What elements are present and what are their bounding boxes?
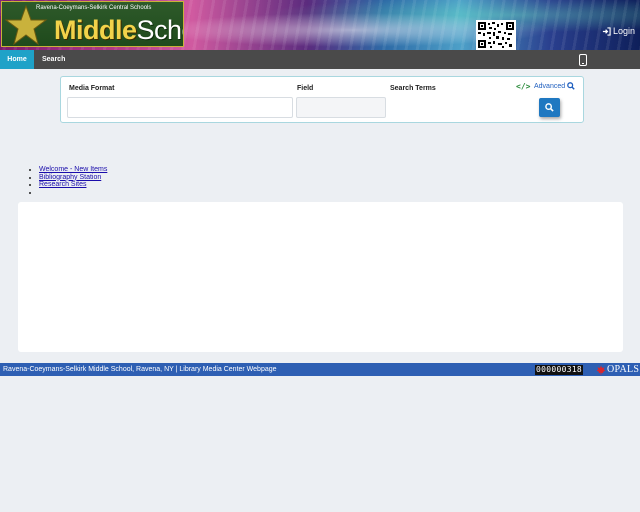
opals-label: OPALS [607, 364, 640, 375]
logo-district-name: Ravena-Coeymans-Selkirk Central Schools [36, 5, 152, 11]
header-banner: Ravena-Coeymans-Selkirk Central Schools … [0, 0, 640, 50]
code-icon[interactable]: </> [516, 82, 530, 91]
main-nav: Home Search [0, 50, 640, 69]
search-panel: Media Format Field Search Terms </> Adva… [60, 76, 584, 123]
login-link[interactable]: Login [602, 26, 635, 36]
list-item: Bibliography Station [39, 174, 107, 182]
opals-brand[interactable]: OPALS [596, 363, 639, 376]
school-logo[interactable]: Ravena-Coeymans-Selkirk Central Schools … [1, 1, 184, 47]
sign-in-icon [602, 26, 611, 36]
field-select[interactable] [296, 97, 386, 118]
media-format-label: Media Format [69, 85, 115, 92]
footer-text: Ravena-Coeymans-Selkirk Middle School, R… [3, 366, 277, 373]
media-format-select[interactable] [67, 97, 293, 118]
list-item: Research Sites [39, 181, 107, 189]
search-icon [545, 103, 554, 112]
list-item [39, 189, 107, 197]
link-research-sites[interactable]: Research Sites [39, 181, 86, 188]
quick-links-list: Welcome - New Items Bibliography Station… [39, 166, 107, 196]
footer: Ravena-Coeymans-Selkirk Middle School, R… [0, 363, 640, 376]
list-item: Welcome - New Items [39, 166, 107, 174]
field-label: Field [297, 85, 314, 92]
advanced-label: Advanced [534, 82, 566, 90]
search-button[interactable] [539, 98, 560, 117]
visitor-counter: 000000318 [535, 365, 584, 375]
logo-school-name: MiddleSchool [54, 15, 184, 45]
mobile-phone-icon[interactable] [579, 54, 587, 66]
search-terms-label: Search Terms [390, 85, 436, 92]
link-welcome-new-items[interactable]: Welcome - New Items [39, 166, 107, 173]
nav-item-home[interactable]: Home [0, 50, 34, 69]
advanced-search-link[interactable]: Advanced [534, 82, 575, 90]
qr-code-icon [476, 20, 516, 50]
login-label: Login [613, 26, 636, 36]
link-bibliography-station[interactable]: Bibliography Station [39, 174, 101, 181]
content-panel [18, 202, 623, 352]
search-icon [567, 82, 575, 90]
nav-item-search[interactable]: Search [34, 50, 73, 69]
logo-word-middle: Middle [54, 15, 137, 45]
logo-word-school: School [136, 15, 184, 45]
maple-leaf-icon [596, 365, 606, 375]
